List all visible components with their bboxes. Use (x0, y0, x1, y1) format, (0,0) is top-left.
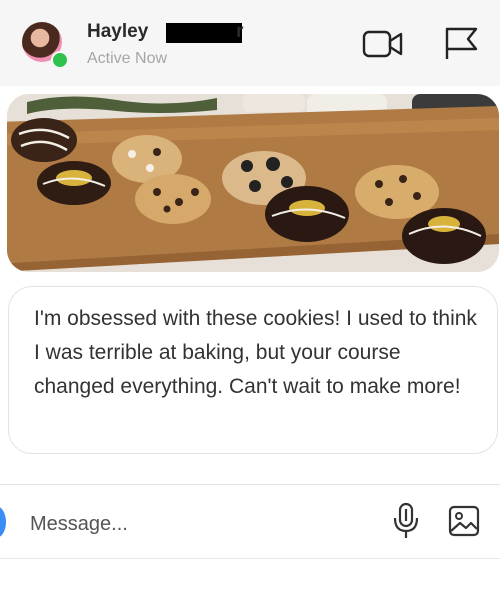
contact-name[interactable]: Hayley (87, 21, 148, 43)
message-bubble[interactable]: I'm obsessed with these cookies! I used … (8, 286, 498, 454)
flag-icon (445, 27, 478, 59)
active-status: Active Now (87, 50, 168, 67)
image-icon (448, 505, 480, 537)
video-camera-icon (362, 30, 403, 58)
message-input[interactable] (30, 509, 350, 539)
redacted-name-block (166, 23, 242, 43)
bottom-divider (0, 558, 500, 559)
flag-button[interactable] (440, 26, 482, 62)
message-text: I'm obsessed with these cookies! I used … (34, 307, 477, 398)
online-status-dot (51, 51, 69, 69)
chat-header: Hayley r Active Now (0, 0, 500, 86)
microphone-icon (393, 502, 419, 538)
shared-photo-cookies[interactable] (7, 94, 499, 272)
contact-name-tail: r (236, 21, 244, 42)
send-image-button[interactable] (447, 501, 481, 541)
message-composer (0, 485, 500, 561)
voice-message-button[interactable] (389, 501, 423, 541)
video-call-button[interactable] (362, 26, 404, 62)
cookies-image (7, 94, 499, 272)
avatar[interactable] (22, 22, 69, 69)
